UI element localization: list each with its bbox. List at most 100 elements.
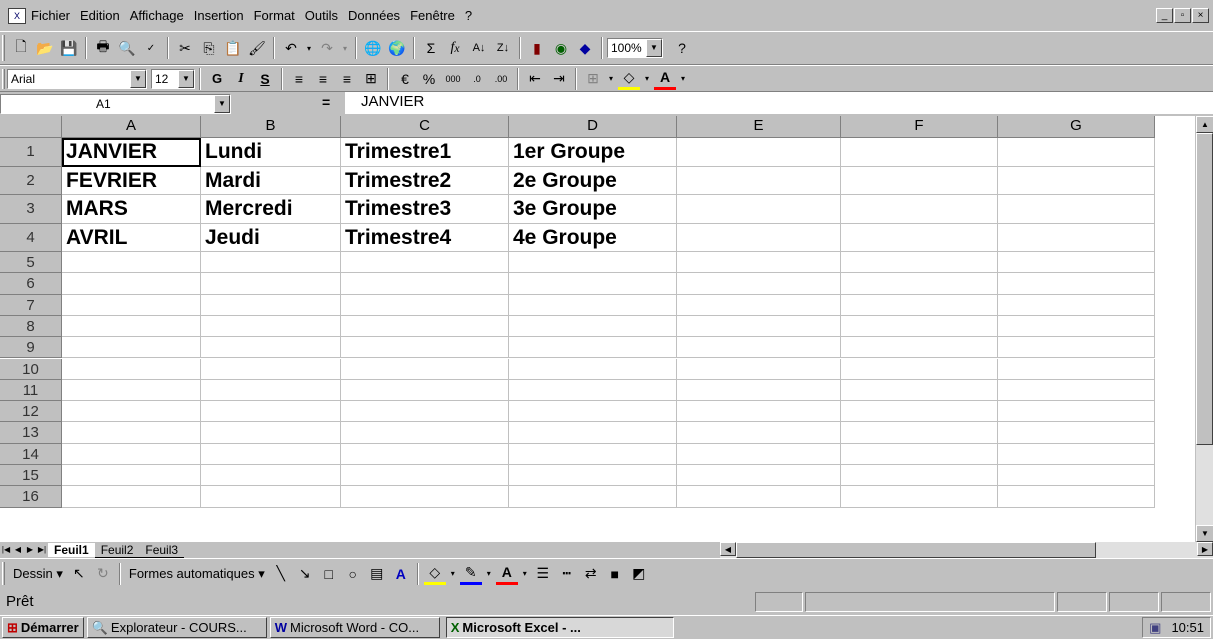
format-painter-icon[interactable]: 🖌	[246, 37, 268, 59]
save-icon[interactable]: 💾	[58, 37, 80, 59]
cell-c9[interactable]	[341, 337, 509, 359]
cell-d11[interactable]	[509, 379, 677, 402]
cell-a5[interactable]	[62, 252, 201, 274]
cell-a4[interactable]: AVRIL	[62, 223, 201, 252]
web-toolbar-icon[interactable]: 🌍	[386, 37, 408, 59]
cell-g14[interactable]	[998, 443, 1155, 465]
office-assistant-icon[interactable]: ?	[671, 37, 693, 59]
copy-icon[interactable]: ⎘	[198, 37, 220, 59]
cell-d13[interactable]	[509, 422, 677, 444]
cell-a10[interactable]	[62, 358, 201, 380]
cell-a1[interactable]: JANVIER	[62, 138, 201, 167]
cell-c14[interactable]	[341, 443, 509, 465]
cell-a6[interactable]	[62, 273, 201, 295]
bold-button[interactable]: G	[206, 68, 228, 90]
task-explorer[interactable]: 🔍 Explorateur - COURS...	[86, 617, 267, 638]
horizontal-scrollbar[interactable]: ◀ ▶	[720, 542, 1213, 558]
italic-button[interactable]: I	[230, 68, 252, 90]
textbox-icon[interactable]: ▤	[366, 563, 388, 585]
name-box[interactable]: A1 ▼	[0, 94, 231, 114]
increase-indent-icon[interactable]: ⇥	[548, 68, 570, 90]
cell-b3[interactable]: Mercredi	[201, 195, 341, 224]
align-right-icon[interactable]: ≡	[336, 68, 358, 90]
chevron-down-icon[interactable]: ▼	[130, 69, 146, 88]
cell-c3[interactable]: Trimestre3	[341, 195, 509, 224]
align-center-icon[interactable]: ≡	[312, 68, 334, 90]
network-icon[interactable]: ▣	[1149, 620, 1161, 636]
cell-d16[interactable]	[509, 486, 677, 508]
font-select[interactable]: Arial ▼	[7, 68, 147, 89]
cell-d4[interactable]: 4e Groupe	[509, 223, 677, 252]
free-rotate-icon[interactable]: ↻	[92, 563, 114, 585]
column-header-c[interactable]: C	[341, 116, 509, 138]
cell-d14[interactable]	[509, 443, 677, 465]
column-header-d[interactable]: D	[509, 116, 677, 138]
cell-f6[interactable]	[841, 273, 998, 295]
cell-c8[interactable]	[341, 315, 509, 338]
cell-e13[interactable]	[677, 422, 841, 444]
cell-a11[interactable]	[62, 379, 201, 402]
increase-decimal-icon[interactable]: .0	[466, 68, 488, 90]
cell-b16[interactable]	[201, 486, 341, 508]
line-color-icon[interactable]: ✎	[459, 563, 482, 585]
edit-formula-button[interactable]: =	[322, 94, 330, 110]
chevron-down-icon[interactable]: ▾	[520, 563, 530, 585]
cell-d8[interactable]	[509, 315, 677, 338]
scroll-thumb[interactable]	[1196, 133, 1213, 445]
cell-f1[interactable]	[841, 138, 998, 167]
cell-f10[interactable]	[841, 358, 998, 380]
cell-c12[interactable]	[341, 401, 509, 423]
cell-f4[interactable]	[841, 223, 998, 252]
close-icon[interactable]: ×	[1192, 8, 1209, 23]
cell-g2[interactable]	[998, 166, 1155, 195]
row-header-14[interactable]: 14	[0, 443, 62, 465]
cell-g12[interactable]	[998, 401, 1155, 423]
decrease-decimal-icon[interactable]: .00	[490, 68, 512, 90]
cell-a15[interactable]	[62, 465, 201, 487]
cell-b5[interactable]	[201, 252, 341, 274]
select-objects-icon[interactable]: ↖	[68, 563, 90, 585]
chevron-down-icon[interactable]: ▼	[646, 39, 662, 57]
size-select[interactable]: 12 ▼	[151, 68, 195, 89]
shadow-icon[interactable]: ■	[604, 563, 626, 585]
menu-donnees[interactable]: Données	[343, 8, 405, 23]
chevron-down-icon[interactable]: ▼	[178, 69, 194, 88]
spelling-icon[interactable]: ✓	[140, 37, 162, 59]
cell-c15[interactable]	[341, 465, 509, 487]
row-header-16[interactable]: 16	[0, 486, 62, 508]
arrow-style-icon[interactable]: ⇄	[580, 563, 602, 585]
cell-g8[interactable]	[998, 315, 1155, 338]
row-header-9[interactable]: 9	[0, 337, 62, 359]
cell-b8[interactable]	[201, 315, 341, 338]
cell-f11[interactable]	[841, 379, 998, 402]
cell-e16[interactable]	[677, 486, 841, 508]
menu-insertion[interactable]: Insertion	[189, 8, 249, 23]
scroll-up-icon[interactable]: ▲	[1196, 116, 1213, 133]
cell-a16[interactable]	[62, 486, 201, 508]
scroll-right-icon[interactable]: ▶	[1197, 542, 1213, 556]
cell-a13[interactable]	[62, 422, 201, 444]
autosum-icon[interactable]: Σ	[420, 37, 442, 59]
cell-f3[interactable]	[841, 195, 998, 224]
cell-f14[interactable]	[841, 443, 998, 465]
cell-b15[interactable]	[201, 465, 341, 487]
row-header-8[interactable]: 8	[0, 315, 62, 338]
merge-center-icon[interactable]: ⊞	[360, 68, 382, 90]
thousands-icon[interactable]: 000	[442, 68, 464, 90]
sheet-tab-feuil1[interactable]: Feuil1	[48, 543, 95, 557]
menu-fenetre[interactable]: Fenêtre	[405, 8, 460, 23]
cell-f13[interactable]	[841, 422, 998, 444]
cell-a3[interactable]: MARS	[62, 195, 201, 224]
cell-c13[interactable]	[341, 422, 509, 444]
cell-b6[interactable]	[201, 273, 341, 295]
start-button[interactable]: ⊞ Démarrer	[2, 617, 84, 638]
cell-b2[interactable]: Mardi	[201, 166, 341, 195]
column-header-a[interactable]: A	[62, 116, 201, 138]
chevron-down-icon[interactable]: ▾	[642, 68, 652, 90]
cell-e8[interactable]	[677, 315, 841, 338]
restore-icon[interactable]: ▫	[1174, 8, 1191, 23]
chevron-down-icon[interactable]: ▼	[214, 95, 230, 113]
cell-b9[interactable]	[201, 337, 341, 359]
cell-f16[interactable]	[841, 486, 998, 508]
arrow-icon[interactable]: ↘	[294, 563, 316, 585]
